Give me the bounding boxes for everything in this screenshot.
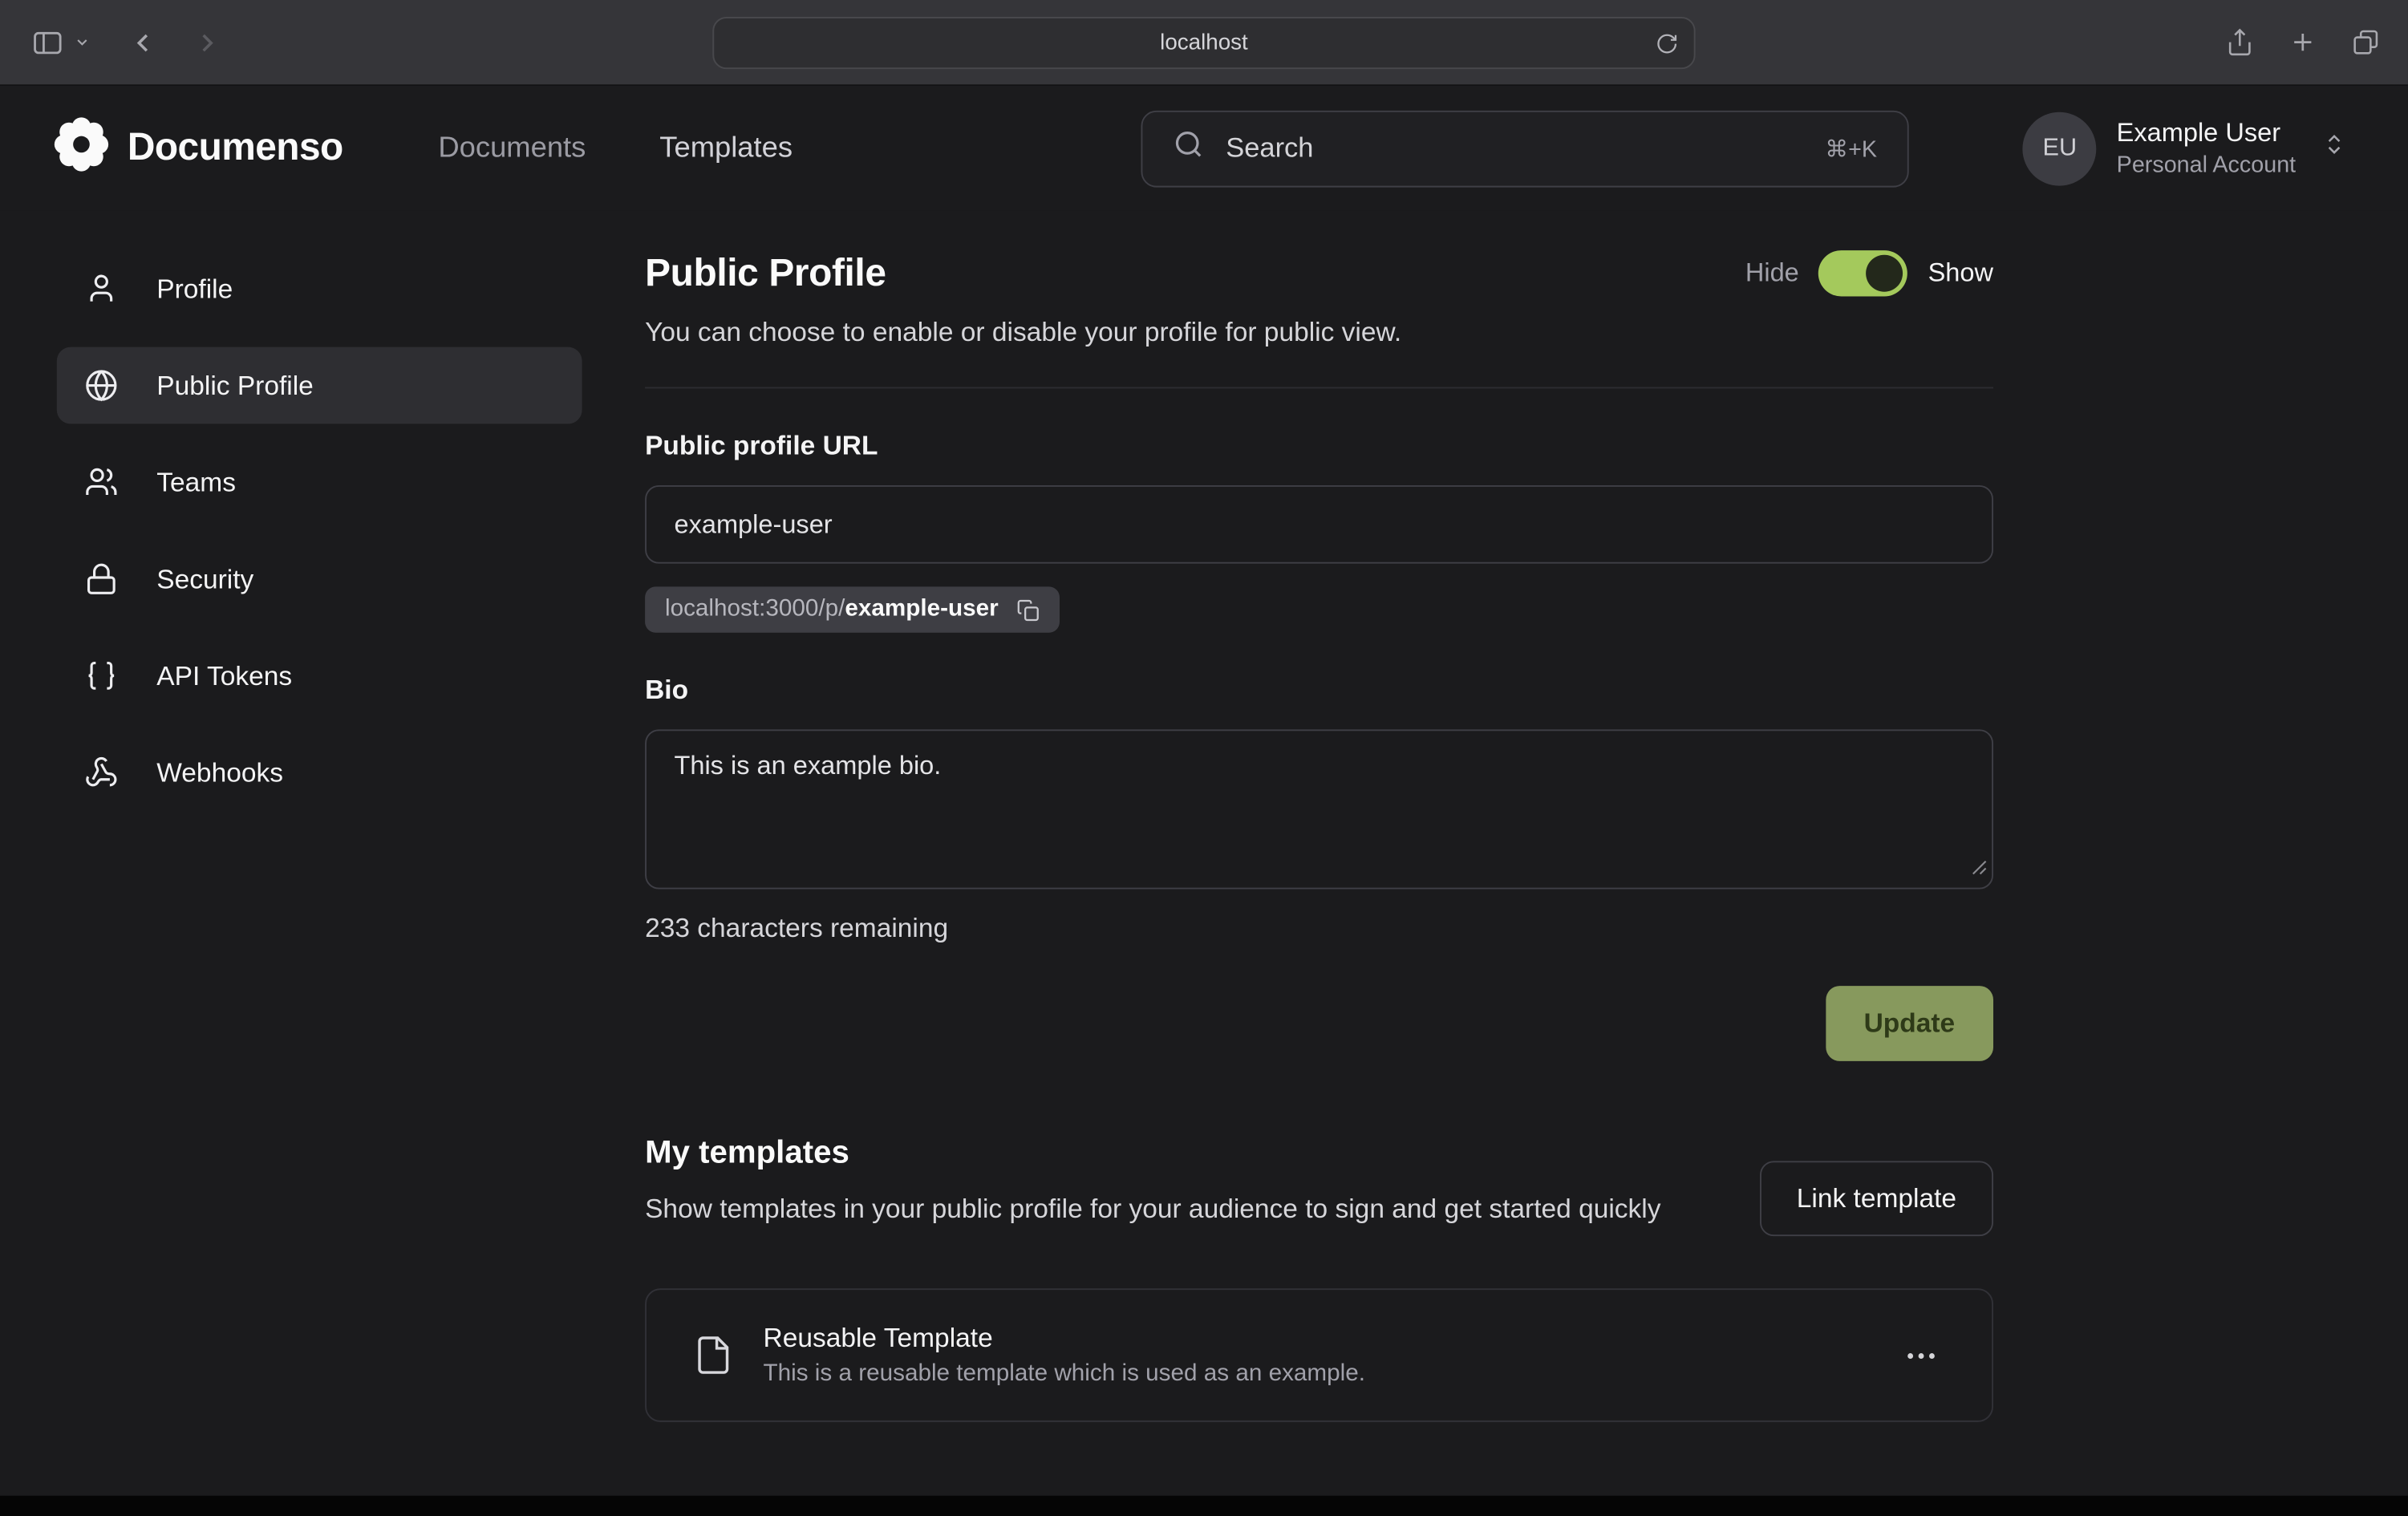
sidebar-toggle-icon[interactable] bbox=[30, 26, 64, 59]
sidebar-item-label: API Tokens bbox=[156, 659, 292, 691]
new-tab-icon[interactable] bbox=[2288, 27, 2317, 56]
bio-textarea[interactable]: This is an example bio. bbox=[645, 729, 1993, 889]
sidebar-item-webhooks[interactable]: Webhooks bbox=[57, 734, 582, 811]
template-name: Reusable Template bbox=[764, 1322, 1897, 1354]
account-type: Personal Account bbox=[2117, 152, 2297, 179]
sidebar-item-label: Teams bbox=[156, 466, 236, 498]
user-icon bbox=[83, 272, 120, 306]
template-description: This is a reusable template which is use… bbox=[764, 1360, 1897, 1388]
settings-sidebar: Profile Public Profile Teams Security bbox=[57, 250, 582, 1496]
account-name: Example User bbox=[2117, 118, 2297, 148]
browser-window: localhost bbox=[0, 0, 2408, 1516]
brand[interactable]: Documenso bbox=[52, 116, 343, 181]
search-input[interactable]: Search ⌘+K bbox=[1141, 110, 1909, 187]
sidebar-item-api-tokens[interactable]: API Tokens bbox=[57, 638, 582, 715]
search-shortcut: ⌘+K bbox=[1825, 135, 1877, 162]
divider bbox=[645, 387, 1993, 388]
avatar: EU bbox=[2023, 111, 2097, 185]
bottom-edge bbox=[0, 1496, 2408, 1516]
globe-icon bbox=[83, 368, 120, 402]
url-field-label: Public profile URL bbox=[645, 430, 1993, 462]
chevron-down-icon[interactable] bbox=[74, 34, 91, 51]
braces-icon bbox=[83, 659, 120, 692]
page-subtitle: You can choose to enable or disable your… bbox=[645, 316, 1993, 348]
copy-icon[interactable] bbox=[1017, 598, 1040, 622]
page-title: Public Profile bbox=[645, 251, 886, 296]
sidebar-item-public-profile[interactable]: Public Profile bbox=[57, 347, 582, 424]
show-label: Show bbox=[1928, 258, 1993, 289]
documenso-logo-icon bbox=[52, 116, 111, 181]
my-templates-description: Show templates in your public profile fo… bbox=[645, 1189, 1660, 1230]
hide-label: Hide bbox=[1745, 258, 1799, 289]
app-header: Documenso Documents Templates Search ⌘+K… bbox=[0, 86, 2408, 210]
bio-field-label: Bio bbox=[645, 674, 1993, 706]
tab-overview-icon[interactable] bbox=[2351, 27, 2380, 56]
profile-visibility-toggle[interactable] bbox=[1819, 250, 1908, 296]
webhook-icon bbox=[83, 756, 120, 789]
template-card: Reusable Template This is a reusable tem… bbox=[645, 1288, 1993, 1422]
search-placeholder: Search bbox=[1226, 132, 1803, 164]
sidebar-item-teams[interactable]: Teams bbox=[57, 444, 582, 521]
lock-icon bbox=[83, 562, 120, 596]
users-icon bbox=[83, 465, 120, 499]
visibility-toggle-group: Hide Show bbox=[1745, 250, 1993, 296]
nav-templates[interactable]: Templates bbox=[659, 132, 793, 165]
characters-remaining: 233 characters remaining bbox=[645, 912, 1993, 944]
address-bar[interactable]: localhost bbox=[712, 17, 1695, 69]
forward-icon[interactable] bbox=[192, 27, 222, 58]
sidebar-item-label: Security bbox=[156, 563, 253, 595]
more-options-icon[interactable] bbox=[1896, 1331, 1945, 1380]
sidebar-item-label: Profile bbox=[156, 273, 233, 305]
share-icon[interactable] bbox=[2225, 27, 2254, 56]
sidebar-item-label: Webhooks bbox=[156, 756, 283, 788]
toggle-knob bbox=[1867, 255, 1903, 292]
reload-icon[interactable] bbox=[1656, 31, 1679, 55]
link-template-button[interactable]: Link template bbox=[1760, 1161, 1993, 1236]
nav-documents[interactable]: Documents bbox=[438, 132, 586, 165]
resize-grip[interactable] bbox=[1970, 855, 1987, 882]
file-icon bbox=[692, 1335, 734, 1376]
url-preview-text: localhost:3000/p/example-user bbox=[665, 596, 999, 623]
chevrons-up-down-icon bbox=[2322, 132, 2347, 164]
sidebar-item-security[interactable]: Security bbox=[57, 541, 582, 618]
back-icon[interactable] bbox=[128, 27, 158, 58]
my-templates-title: My templates bbox=[645, 1135, 1660, 1172]
sidebar-item-profile[interactable]: Profile bbox=[57, 250, 582, 327]
sidebar-item-label: Public Profile bbox=[156, 369, 314, 401]
profile-url-preview[interactable]: localhost:3000/p/example-user bbox=[645, 586, 1060, 632]
profile-url-input[interactable] bbox=[645, 485, 1993, 564]
settings-page: Profile Public Profile Teams Security bbox=[0, 210, 2408, 1495]
update-button[interactable]: Update bbox=[1826, 986, 1993, 1061]
address-bar-url: localhost bbox=[1160, 30, 1248, 55]
account-menu[interactable]: EU Example User Personal Account bbox=[2023, 111, 2346, 185]
search-icon bbox=[1174, 129, 1204, 168]
browser-toolbar: localhost bbox=[0, 0, 2408, 86]
public-profile-panel: Public Profile Hide Show You can choose … bbox=[645, 250, 1993, 1496]
top-nav: Documents Templates bbox=[438, 132, 793, 165]
brand-name: Documenso bbox=[128, 126, 343, 171]
